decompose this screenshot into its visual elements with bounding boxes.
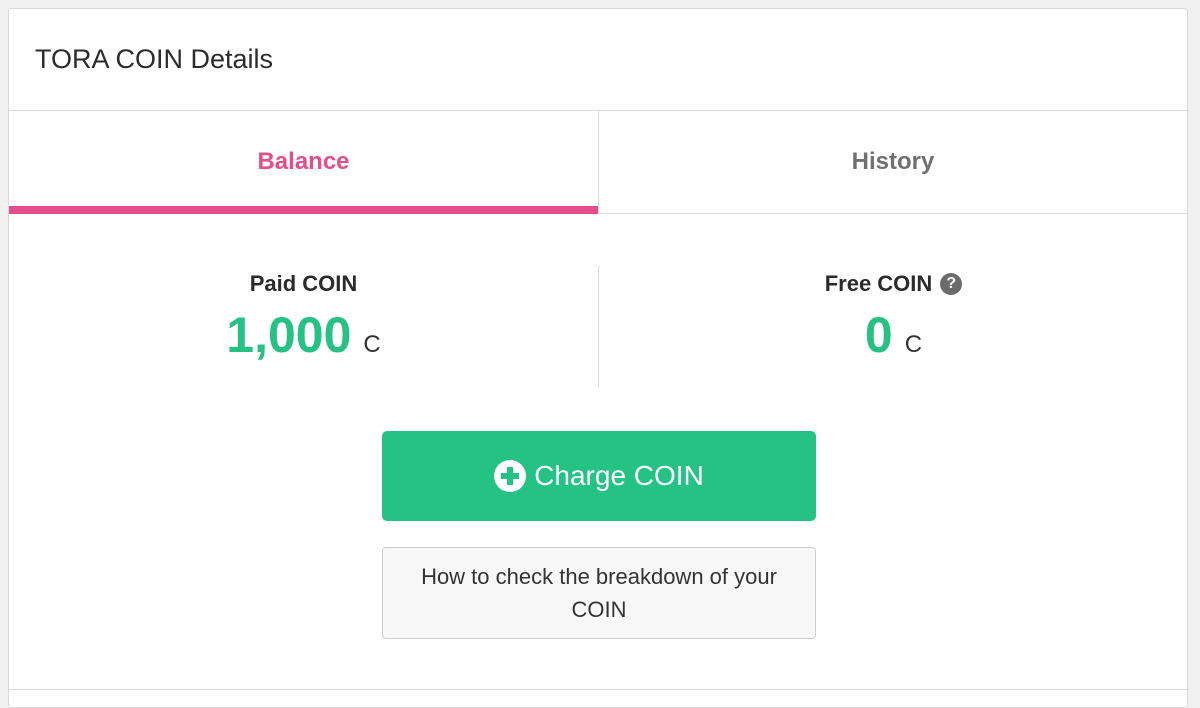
paid-coin-label-text: Paid COIN bbox=[249, 271, 358, 296]
balance-section: Paid COIN 1,000 C Free COIN ? 0 C bbox=[9, 214, 1187, 414]
free-coin-value: 0 bbox=[864, 307, 893, 363]
tab-bar: Balance History bbox=[9, 111, 1187, 214]
bottom-divider bbox=[9, 689, 1187, 690]
paid-coin-label: Paid COIN bbox=[250, 268, 358, 300]
paid-coin-value: 1,000 bbox=[226, 307, 352, 363]
tab-history[interactable]: History bbox=[598, 111, 1187, 213]
free-coin-unit: C bbox=[904, 331, 923, 358]
paid-coin-block: Paid COIN 1,000 C bbox=[9, 268, 598, 364]
breakdown-help-button[interactable]: How to check the breakdown of your COIN bbox=[382, 547, 816, 639]
tab-balance[interactable]: Balance bbox=[9, 111, 598, 214]
free-coin-label: Free COIN ? bbox=[825, 268, 963, 300]
panel-header: TORA COIN Details bbox=[9, 9, 1187, 111]
free-coin-amount: 0 C bbox=[599, 306, 1188, 364]
charge-coin-button[interactable]: Charge COIN bbox=[382, 431, 816, 521]
charge-coin-label: Charge COIN bbox=[534, 460, 704, 491]
coin-details-panel: TORA COIN Details Balance History Paid C… bbox=[8, 8, 1188, 708]
plus-circle-icon bbox=[494, 460, 527, 492]
free-coin-block: Free COIN ? 0 C bbox=[599, 268, 1188, 364]
page-title: TORA COIN Details bbox=[35, 44, 274, 74]
question-circle-icon[interactable]: ? bbox=[940, 273, 963, 295]
paid-coin-unit: C bbox=[363, 331, 381, 358]
breakdown-help-label: How to check the breakdown of your COIN bbox=[421, 564, 777, 622]
paid-coin-amount: 1,000 C bbox=[9, 306, 598, 364]
free-coin-label-text: Free COIN bbox=[824, 271, 933, 296]
